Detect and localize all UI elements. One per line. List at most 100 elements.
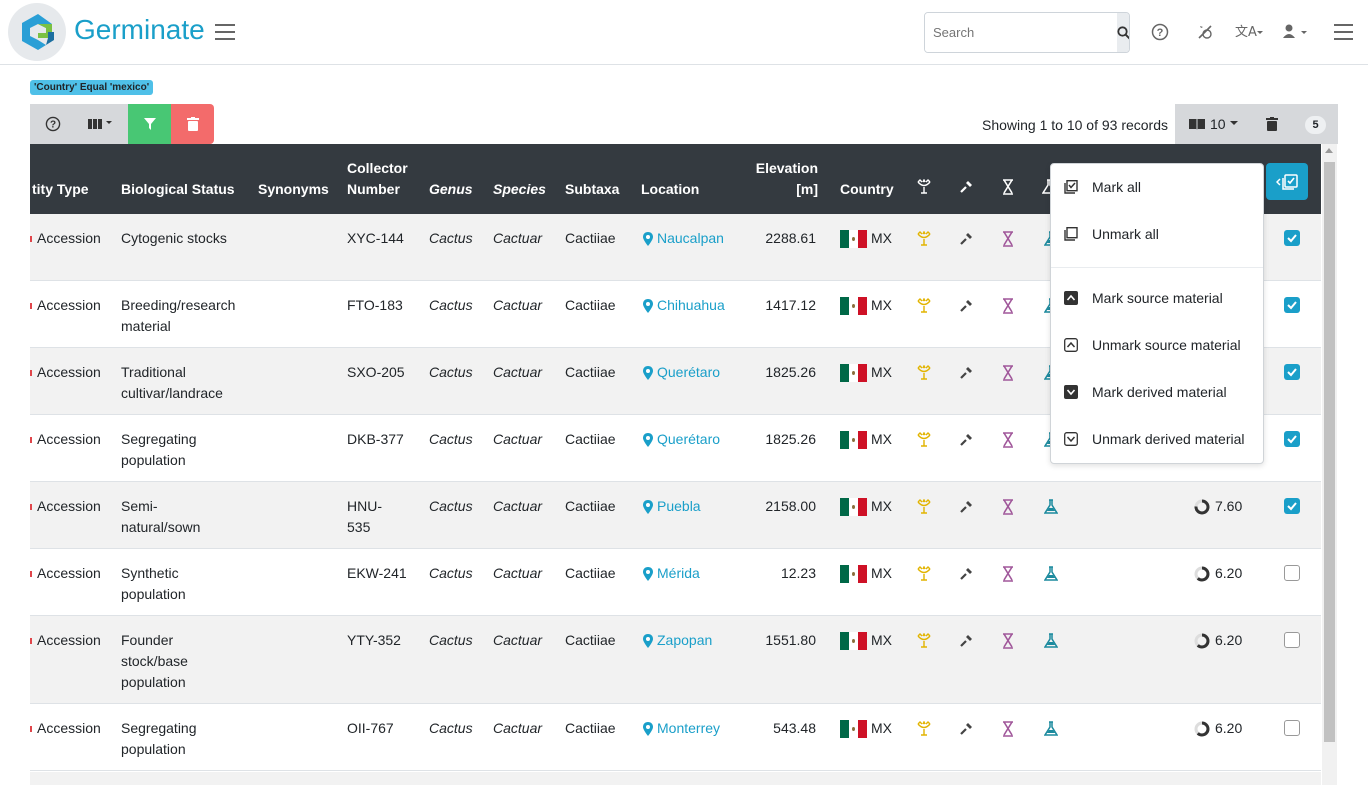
trash-icon <box>186 117 199 131</box>
header-elevation[interactable]: Elevation [m] <box>742 158 818 200</box>
hourglass-header-icon[interactable] <box>999 178 1017 196</box>
hourglass-icon[interactable] <box>999 720 1017 738</box>
map-marker-icon <box>643 721 653 736</box>
search-input[interactable] <box>925 13 1117 52</box>
genotype-icon[interactable] <box>957 498 975 516</box>
location-link[interactable]: Chihuahua <box>643 295 725 316</box>
table-help-button[interactable]: ? <box>30 104 75 144</box>
mark-checkbox[interactable] <box>1284 720 1300 736</box>
hourglass-icon[interactable] <box>999 431 1017 449</box>
flask-icon[interactable] <box>1042 498 1060 516</box>
mark-checkbox[interactable] <box>1284 364 1300 380</box>
genotype-icon[interactable] <box>957 632 975 650</box>
mark-source-item[interactable]: Mark source material <box>1051 283 1263 313</box>
filter-badge[interactable]: 'Country' Equal 'mexico' <box>30 80 154 95</box>
mark-menu-button[interactable] <box>1266 163 1308 200</box>
genotype-icon[interactable] <box>957 720 975 738</box>
flask-icon[interactable] <box>1042 565 1060 583</box>
images-icon[interactable] <box>915 230 933 248</box>
brand-name[interactable]: Germinate <box>74 14 205 46</box>
images-icon[interactable] <box>915 297 933 315</box>
genotype-icon[interactable] <box>957 364 975 382</box>
pdci-donut-icon <box>1194 566 1210 581</box>
location-link[interactable]: Querétaro <box>643 362 720 383</box>
location-link[interactable]: Zapopan <box>643 630 712 651</box>
table-row[interactable] <box>30 772 1321 785</box>
flask-icon[interactable] <box>1042 632 1060 650</box>
header-collector[interactable]: Collector Number <box>347 158 408 200</box>
header-biological-status[interactable]: Biological Status <box>121 179 235 200</box>
header-genus[interactable]: Genus <box>429 179 473 200</box>
mark-checkbox[interactable] <box>1284 431 1300 447</box>
images-icon[interactable] <box>915 565 933 583</box>
mark-all-item[interactable]: Mark all <box>1051 172 1263 202</box>
clear-marked-button[interactable] <box>1266 117 1278 134</box>
location-link[interactable]: Querétaro <box>643 429 720 450</box>
header-synonyms[interactable]: Synonyms <box>258 179 329 200</box>
biological-status-line: Segregating <box>121 720 197 736</box>
hourglass-icon[interactable] <box>999 297 1017 315</box>
theme-toggle-icon[interactable] <box>1196 20 1214 44</box>
header-country[interactable]: Country <box>840 179 894 200</box>
images-header-icon[interactable] <box>915 178 933 196</box>
genotype-icon[interactable] <box>957 431 975 449</box>
images-icon[interactable] <box>915 498 933 516</box>
genotype-icon[interactable] <box>957 297 975 315</box>
hourglass-icon[interactable] <box>999 565 1017 583</box>
menu-icon[interactable] <box>1334 24 1353 45</box>
hourglass-icon[interactable] <box>999 632 1017 650</box>
user-icon[interactable] <box>1282 20 1310 44</box>
search-button[interactable] <box>1117 13 1129 52</box>
help-icon[interactable]: ? <box>1151 20 1169 44</box>
location-link[interactable]: Puebla <box>643 496 701 517</box>
unmark-derived-item[interactable]: Unmark derived material <box>1051 424 1263 454</box>
biological-status-cell: Synthetic population <box>121 563 186 605</box>
table-row[interactable]: Accession Segregating population OII-767 Cac… <box>30 704 1321 771</box>
sidebar-toggle-icon[interactable] <box>215 24 235 40</box>
mark-derived-item[interactable]: Mark derived material <box>1051 377 1263 407</box>
genotype-icon[interactable] <box>957 565 975 583</box>
location-link[interactable]: Mérida <box>643 563 700 584</box>
genotype-icon[interactable] <box>957 230 975 248</box>
scroll-up-arrow[interactable] <box>1325 148 1333 153</box>
mark-checkbox[interactable] <box>1284 565 1300 581</box>
mark-checkbox[interactable] <box>1284 498 1300 514</box>
location-link[interactable]: Naucalpan <box>643 228 724 249</box>
row-indicator <box>30 571 32 577</box>
unmark-source-item[interactable]: Unmark source material <box>1051 330 1263 360</box>
species-cell: Cactuar <box>493 364 543 380</box>
hourglass-icon[interactable] <box>999 498 1017 516</box>
table-row[interactable]: Accession Semi-natural/sown HNU- 535 Cactus C… <box>30 482 1321 549</box>
species-cell: Cactuar <box>493 632 543 648</box>
filter-button[interactable] <box>128 104 171 144</box>
table-scrollbar[interactable] <box>1322 144 1337 785</box>
page-size-dropdown[interactable]: 10 <box>1188 116 1238 132</box>
hourglass-icon[interactable] <box>999 230 1017 248</box>
images-icon[interactable] <box>915 720 933 738</box>
images-icon[interactable] <box>915 632 933 650</box>
genotype-header-icon[interactable] <box>957 178 975 196</box>
table-row[interactable]: Accession Synthetic population EKW-241 Cactu… <box>30 549 1321 616</box>
clear-filter-button[interactable] <box>171 104 214 144</box>
images-icon[interactable] <box>915 431 933 449</box>
scroll-thumb[interactable] <box>1324 162 1335 742</box>
column-toggle-button[interactable] <box>75 104 128 144</box>
header-species[interactable]: Species <box>493 179 546 200</box>
header-subtaxa[interactable]: Subtaxa <box>565 179 619 200</box>
unmark-all-item[interactable]: Unmark all <box>1051 219 1263 249</box>
mark-checkbox[interactable] <box>1284 230 1300 246</box>
location-link[interactable]: Monterrey <box>643 718 720 739</box>
flask-icon[interactable] <box>1042 720 1060 738</box>
elevation-cell: 12.23 <box>780 565 816 581</box>
images-icon[interactable] <box>915 364 933 382</box>
language-icon[interactable]: 文A <box>1235 20 1265 44</box>
table-row[interactable]: Accession Founder stock/base population YTY-… <box>30 616 1321 704</box>
header-entity-type[interactable]: tity Type <box>32 179 89 200</box>
germinate-logo[interactable] <box>8 3 66 61</box>
mark-checkbox[interactable] <box>1284 632 1300 648</box>
mark-checkbox[interactable] <box>1284 297 1300 313</box>
header-location[interactable]: Location <box>641 179 699 200</box>
collector-number-line: 535 <box>347 519 371 535</box>
hourglass-icon[interactable] <box>999 364 1017 382</box>
collector-number-line: OII-767 <box>347 720 394 736</box>
